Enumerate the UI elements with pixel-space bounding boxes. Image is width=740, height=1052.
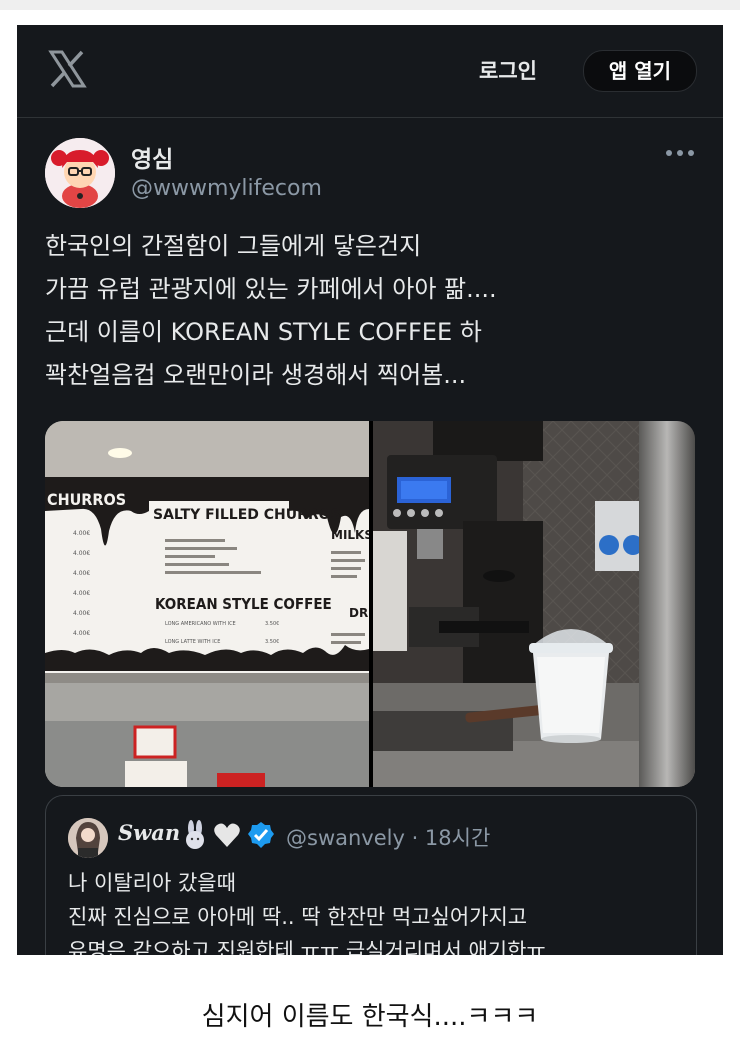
quote-line: 진짜 진심으로 아아메 딱.. 딱 한잔만 먹고싶어가지고 bbox=[68, 905, 528, 929]
display-name[interactable]: 영심 bbox=[131, 140, 173, 174]
quote-avatar-photo bbox=[68, 818, 108, 858]
tweet-media[interactable]: CHURROS SALTY FILLED CHURROS MILKS 4.00€… bbox=[45, 421, 695, 787]
quote-text: 나 이탈리아 갔을때 진짜 진심으로 아아메 딱.. 딱 한잔만 먹고싶어가지고… bbox=[68, 866, 688, 955]
rabbit-icon bbox=[186, 820, 204, 849]
white-heart-icon bbox=[214, 823, 240, 847]
user-handle[interactable]: @wwwmylifecom bbox=[131, 176, 322, 201]
menu-price: 4.00€ bbox=[73, 590, 90, 597]
login-link[interactable]: 로그인 bbox=[479, 55, 537, 85]
menu-item: LONG LATTE WITH ICE bbox=[165, 639, 220, 645]
menu-board-photo[interactable]: CHURROS SALTY FILLED CHURROS MILKS 4.00€… bbox=[45, 421, 369, 787]
menu-right-title: MILKS bbox=[331, 528, 369, 542]
menu-title: SALTY FILLED CHURROS bbox=[153, 507, 341, 523]
menu-price: 4.00€ bbox=[73, 550, 90, 557]
menu-price: 4.00€ bbox=[73, 570, 90, 577]
menu-price: 4.00€ bbox=[73, 530, 90, 537]
grinder-and-iced-cup-photo[interactable] bbox=[373, 421, 695, 787]
quote-line: 나 이탈리아 갔을때 bbox=[68, 871, 236, 895]
tweet-text: 한국인의 간절함이 그들에게 닿은건지 가끔 유럽 관광지에 있는 카페에서 아… bbox=[45, 225, 705, 397]
menu-price: 4.00€ bbox=[73, 630, 90, 637]
x-logo-icon[interactable] bbox=[47, 49, 87, 89]
x-post-screenshot: 로그인 앱 열기 영심 @wwwmylifecom 한국인의 간절함이 그들에게… bbox=[17, 25, 723, 955]
menu-left-title: CHURROS bbox=[47, 490, 126, 509]
open-app-button[interactable]: 앱 열기 bbox=[583, 50, 697, 92]
verified-badge-icon bbox=[248, 822, 274, 848]
tweet-line: 꽉찬얼음컵 오랜만이라 생경해서 찍어봄... bbox=[45, 361, 467, 389]
menu-section-title: KOREAN STYLE COFFEE bbox=[155, 595, 332, 613]
top-strip bbox=[0, 0, 740, 10]
tweet-line: 한국인의 간절함이 그들에게 닿은건지 bbox=[45, 232, 422, 260]
menu-price: 4.00€ bbox=[73, 610, 90, 617]
tweet-line: 가끔 유럽 관광지에 있는 카페에서 아아 팖.... bbox=[45, 275, 497, 303]
avatar[interactable] bbox=[45, 138, 115, 208]
quoted-tweet[interactable]: Swan @swanvely · 18시간 나 이탈리아 갔을때 진짜 진심으로… bbox=[45, 795, 697, 955]
caption-text: 심지어 이름도 한국식....ㅋㅋㅋ bbox=[201, 1002, 539, 1032]
avatar-illustration bbox=[45, 138, 115, 208]
menu-item: LONG AMERICANO WITH ICE bbox=[165, 621, 236, 627]
quote-avatar[interactable] bbox=[68, 818, 108, 858]
tweet-line: 근데 이름이 KOREAN STYLE COFFEE 하 bbox=[45, 318, 482, 346]
menu-item-price: 3.50€ bbox=[265, 621, 279, 627]
menu-item-price: 3.50€ bbox=[265, 639, 279, 645]
more-horizontal-icon[interactable] bbox=[663, 143, 697, 163]
quote-handle-and-time[interactable]: @swanvely · 18시간 bbox=[286, 822, 490, 852]
quote-display-name[interactable]: Swan bbox=[118, 820, 180, 845]
quote-line: 유명은 같으하고 진원한테 ㅠㅠ 급실거리며서 애기한ㅠ bbox=[68, 939, 546, 955]
menu-right-section: DRI bbox=[349, 606, 369, 620]
app-header: 로그인 앱 열기 bbox=[17, 25, 723, 118]
